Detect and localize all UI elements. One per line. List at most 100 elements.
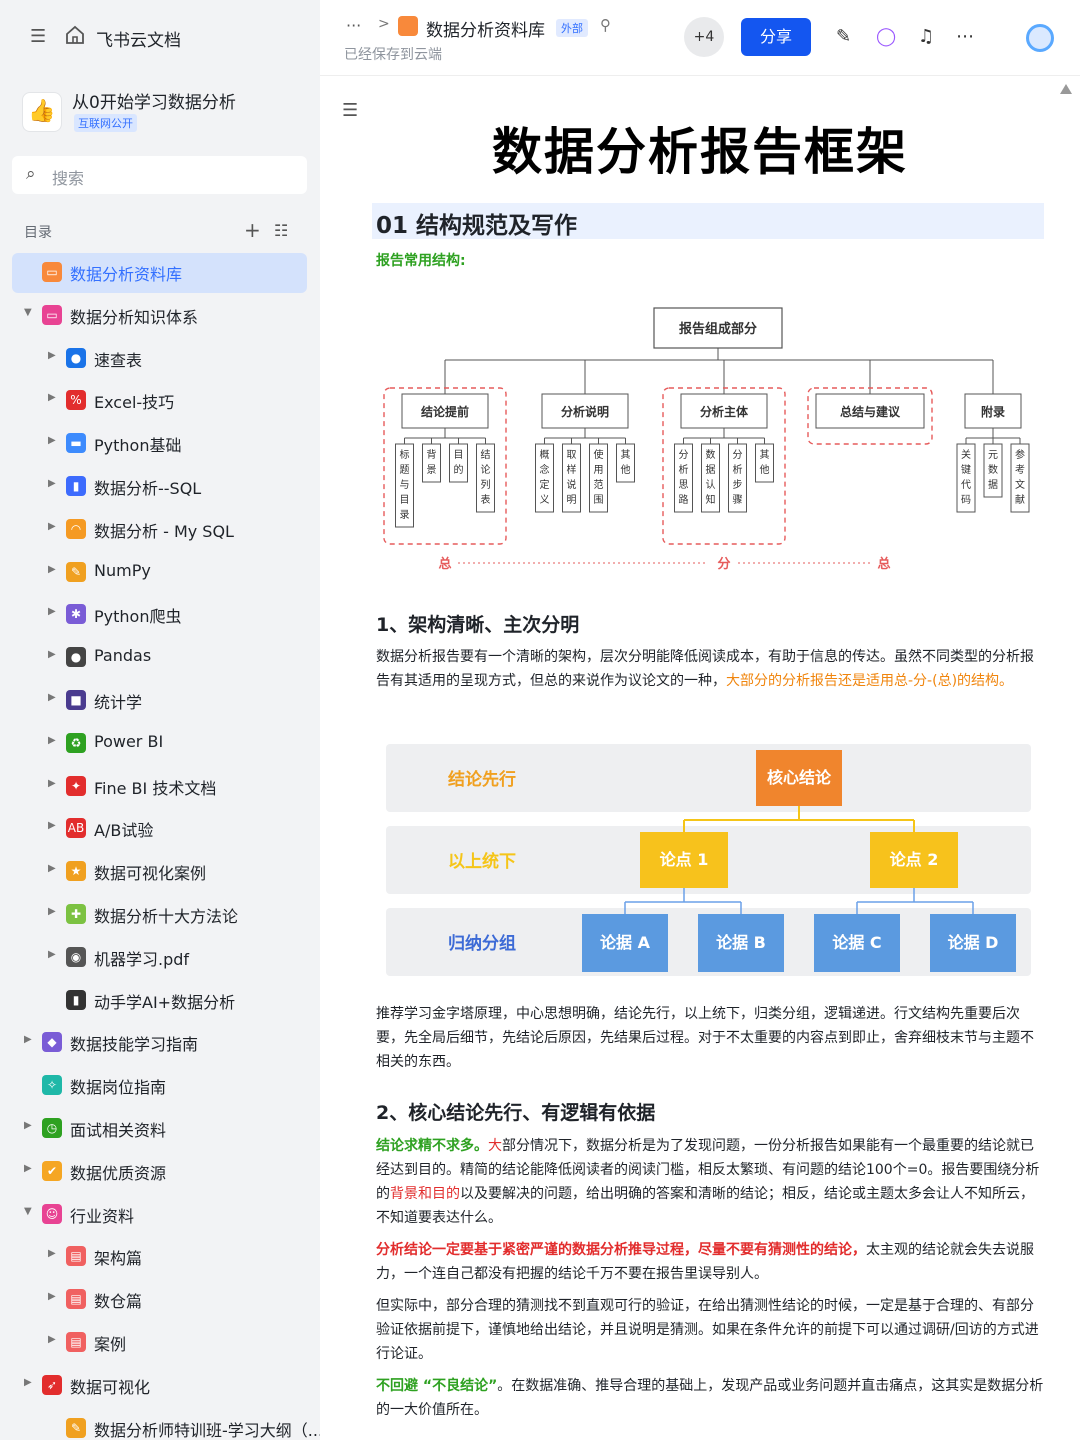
sidebar-item-label: 数据分析 - My SQL	[94, 521, 234, 541]
sidebar-item[interactable]: ▶ ▤ 数仓篇	[0, 1280, 320, 1320]
child-label-char: 献	[1015, 493, 1025, 506]
chevron-right-icon[interactable]: ▶	[24, 1163, 32, 1174]
child-label-char: 数	[988, 463, 998, 476]
chevron-right-icon[interactable]: ▶	[24, 1034, 32, 1045]
sidebar-item[interactable]: ▶ ● Pandas	[0, 638, 320, 678]
sidebar-item[interactable]: ▶ ◠ 数据分析 - My SQL	[0, 510, 320, 550]
chevron-right-icon[interactable]: ▶	[48, 478, 56, 489]
sidebar-item-label: 数据分析师特训班-学习大纲（...	[94, 1420, 320, 1440]
child-label-char: 他	[621, 463, 631, 476]
child-label-char: 论	[481, 463, 491, 476]
core-label: 核心结论	[767, 768, 832, 787]
chevron-right-icon[interactable]: ▶	[48, 1291, 56, 1302]
chevron-right-icon[interactable]: ▶	[48, 906, 56, 917]
breadcrumb-title[interactable]: 数据分析资料库	[426, 16, 545, 41]
sidebar-item-label: 动手学AI+数据分析	[94, 992, 236, 1012]
chevron-right-icon[interactable]: ▶	[48, 735, 56, 746]
ai-assistant-icon[interactable]: ◯	[876, 26, 896, 47]
laptop-icon: ▬	[66, 433, 86, 454]
child-label-char: 关	[961, 448, 971, 461]
sidebar-item[interactable]: ▶ ✔ 数据优质资源	[0, 1152, 320, 1192]
sidebar-item-label: 数据优质资源	[70, 1163, 167, 1183]
top-bar: ··· > 数据分析资料库 外部 ⚲ 已经保存到云端 +4 分享 ✎ ◯ ♫ ⋯	[320, 0, 1080, 76]
sidebar-item[interactable]: ✎ 数据分析师特训班-学习大纲（...	[0, 1409, 320, 1440]
chevron-right-icon[interactable]: ▶	[24, 1120, 32, 1131]
more-icon[interactable]: ⋯	[956, 26, 974, 47]
cube-icon: ◆	[42, 1032, 62, 1053]
sidebar-item[interactable]: ▶ ♻ Power BI	[0, 724, 320, 764]
knowledge-base-name: 从0开始学习数据分析	[72, 93, 236, 113]
sidebar-item-label: 速查表	[94, 350, 143, 370]
child-label-char: 样	[567, 463, 577, 476]
sidebar-item[interactable]: ▶% Excel-技巧	[0, 381, 320, 421]
app-name[interactable]: 飞书云文档	[96, 26, 181, 51]
search-input[interactable]: ⌕ 搜索	[12, 156, 307, 194]
scroll-up-icon[interactable]	[1060, 84, 1072, 94]
sidebar-item[interactable]: ▶ ◆ 数据技能学习指南	[0, 1023, 320, 1063]
app-logo-icon[interactable]	[1026, 24, 1054, 52]
collaborators-button[interactable]: +4	[684, 17, 724, 57]
child-label-char: 表	[481, 493, 491, 506]
bell-icon[interactable]: ♫	[918, 26, 934, 47]
sidebar-item-label: 数据分析--SQL	[94, 479, 202, 498]
sidebar-item[interactable]: ▶ ✚ 数据分析十大方法论	[0, 895, 320, 935]
more-breadcrumb-icon[interactable]: ···	[346, 16, 361, 35]
sidebar-item[interactable]: ▼ ▭ 数据分析知识体系	[0, 296, 320, 336]
chevron-right-icon[interactable]: ▶	[48, 1248, 56, 1259]
chevron-right-icon[interactable]: ▶	[48, 692, 56, 703]
chevron-right-icon[interactable]: ▶	[48, 949, 56, 960]
chevron-right-icon[interactable]: ▶	[24, 1377, 32, 1388]
toc-list-icon[interactable]: ☷	[274, 221, 288, 240]
sidebar-item[interactable]: ▶ ◉ 机器学习.pdf	[0, 938, 320, 978]
sidebar-item-label: 统计学	[94, 693, 143, 712]
sidebar-item[interactable]: ✧ 数据岗位指南	[0, 1066, 320, 1106]
share-button[interactable]: 分享	[741, 18, 811, 56]
sidebar-item[interactable]: ▶ ✦ Fine BI 技术文档	[0, 767, 320, 807]
chevron-right-icon[interactable]: ▶	[48, 863, 56, 874]
sidebar-item[interactable]: ▶ ■ 统计学	[0, 681, 320, 721]
child-label-char: 结	[481, 448, 491, 461]
sidebar-item-label: 数据分析十大方法论	[94, 907, 239, 926]
rainbow-icon: ◠	[66, 518, 86, 539]
doc-icon: ▤	[66, 1246, 86, 1267]
chevron-down-icon[interactable]: ▼	[24, 307, 32, 318]
pin-icon[interactable]: ⚲	[600, 16, 611, 34]
chevron-right-icon[interactable]: ▶	[48, 435, 56, 446]
sidebar-item[interactable]: ▶ ▤ 架构篇	[0, 1237, 320, 1277]
sidebar-item[interactable]: ▶ ◷ 面试相关资料	[0, 1109, 320, 1149]
home-icon[interactable]	[64, 24, 86, 46]
sidebar-item-label: 架构篇	[94, 1249, 143, 1269]
sidebar-item[interactable]: ▶ ▬ Python基础	[0, 424, 320, 464]
sidebar-item[interactable]: ▶ ✎ NumPy	[0, 553, 320, 593]
add-page-icon[interactable]: +	[244, 218, 261, 242]
sidebar-item[interactable]: ▼ ☺ 行业资料	[0, 1195, 320, 1235]
chevron-down-icon[interactable]: ▼	[24, 1206, 32, 1217]
child-label-char: 景	[427, 464, 437, 476]
sidebar-item[interactable]: ▶ AB A/B试验	[0, 809, 320, 849]
chevron-right-icon[interactable]: ▶	[48, 1334, 56, 1345]
search-icon: ⌕	[26, 164, 36, 184]
chevron-right-icon[interactable]: ▶	[48, 392, 56, 403]
knowledge-base-header[interactable]: 👍 从0开始学习数据分析 互联网公开	[22, 86, 312, 138]
child-label-char: 概	[540, 448, 550, 461]
chevron-right-icon[interactable]: ▶	[48, 649, 56, 660]
sidebar-item[interactable]: ▭ 数据分析资料库	[12, 253, 307, 293]
sidebar-item[interactable]: ▶ ▤ 案例	[0, 1323, 320, 1363]
sidebar-item[interactable]: ▶ ✱ Python爬虫	[0, 595, 320, 635]
sidebar-item[interactable]: ▶ ▮ 数据分析--SQL	[0, 467, 320, 507]
chevron-right-icon[interactable]: ▶	[48, 778, 56, 789]
sidebar-item-label: Python基础	[94, 436, 182, 456]
chevron-right-icon[interactable]: ▶	[48, 350, 56, 361]
sidebar-item[interactable]: ▶ ● 速查表	[0, 339, 320, 379]
chevron-right-icon[interactable]: ▶	[48, 606, 56, 617]
sidebar-item[interactable]: ▶ ★ 数据可视化案例	[0, 852, 320, 892]
chevron-right-icon[interactable]: ▶	[48, 820, 56, 831]
flow-label: 分	[717, 556, 730, 572]
edit-icon[interactable]: ✎	[836, 26, 851, 47]
sidebar-item[interactable]: ▶ ➶ 数据可视化	[0, 1366, 320, 1406]
child-label-char: 围	[594, 494, 604, 506]
chevron-right-icon[interactable]: ▶	[48, 564, 56, 575]
sidebar-item[interactable]: ▮ 动手学AI+数据分析	[0, 981, 320, 1021]
collapse-sidebar-icon[interactable]: ☰	[30, 26, 46, 47]
chevron-right-icon[interactable]: ▶	[48, 521, 56, 532]
